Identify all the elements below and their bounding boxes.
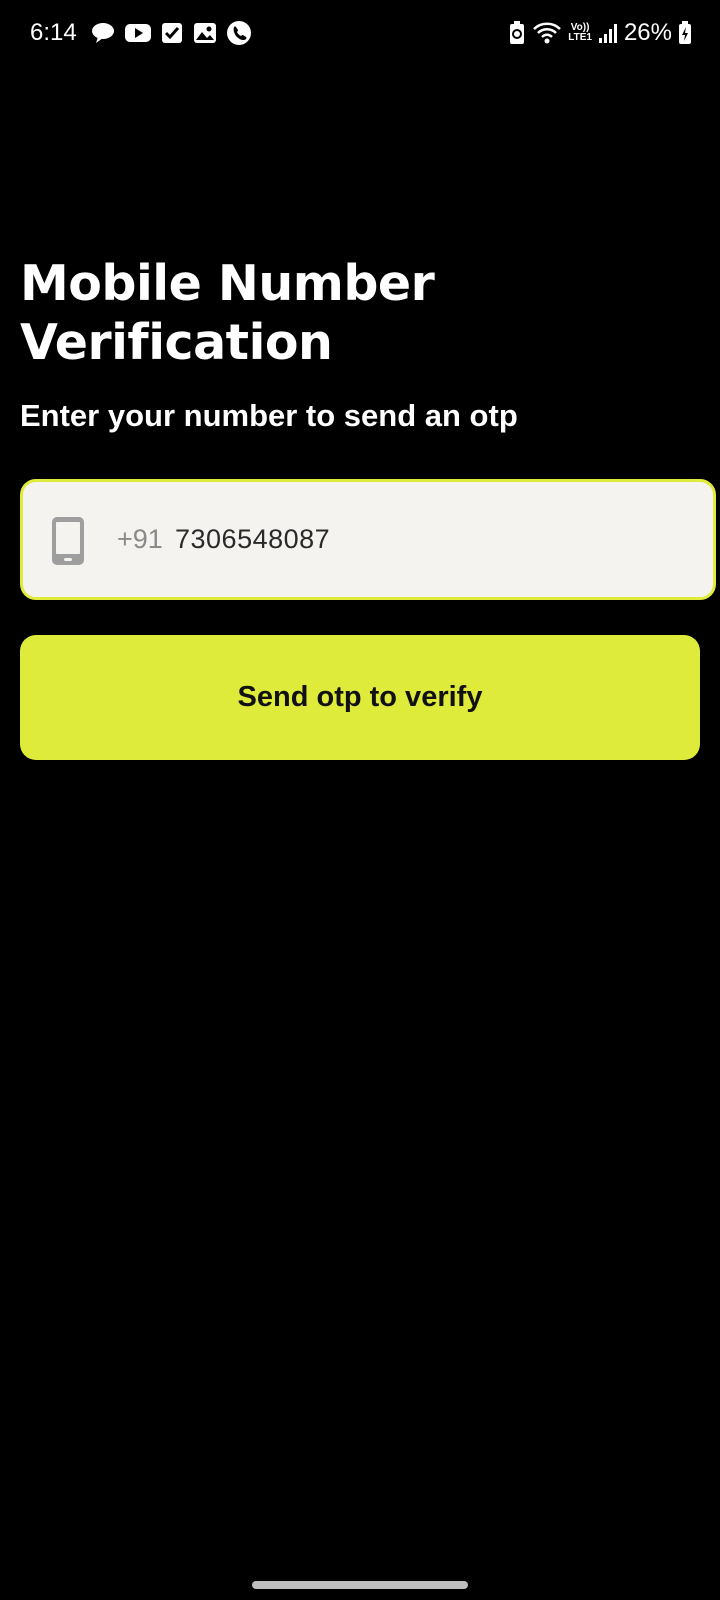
system-status-icons: Vo)) LTE1 26% (508, 18, 692, 48)
youtube-icon (124, 20, 152, 46)
page-title: Mobile Number Verification (20, 255, 435, 371)
checkbox-icon (160, 20, 184, 46)
phone-number-input[interactable]: 7306548087 (175, 522, 330, 556)
smartphone-icon (51, 516, 85, 566)
volte-icon: Vo)) LTE1 (568, 23, 592, 43)
gallery-icon (192, 20, 218, 46)
status-bar: 6:14 Vo)) LTE1 26% (0, 0, 720, 68)
battery-percent: 26% (623, 19, 672, 46)
send-otp-button[interactable]: Send otp to verify (20, 635, 700, 760)
signal-icon (598, 20, 618, 46)
country-code: +91 (117, 524, 163, 554)
phone-call-icon (226, 20, 252, 46)
home-indicator[interactable] (252, 1581, 468, 1589)
battery-charging-icon (678, 20, 692, 46)
page-subtitle: Enter your number to send an otp (20, 398, 518, 433)
chat-bubble-icon (90, 20, 116, 46)
wifi-icon (532, 20, 562, 46)
battery-saver-icon (508, 20, 526, 46)
phone-number-field[interactable]: +91 7306548087 (20, 479, 716, 600)
send-otp-button-label: Send otp to verify (237, 681, 483, 713)
volte-label-bottom: LTE1 (568, 32, 592, 43)
verification-screen: 6:14 Vo)) LTE1 26% Mobile Number Verific… (0, 0, 720, 1600)
status-time: 6:14 (30, 19, 77, 46)
notification-icons (90, 20, 252, 46)
